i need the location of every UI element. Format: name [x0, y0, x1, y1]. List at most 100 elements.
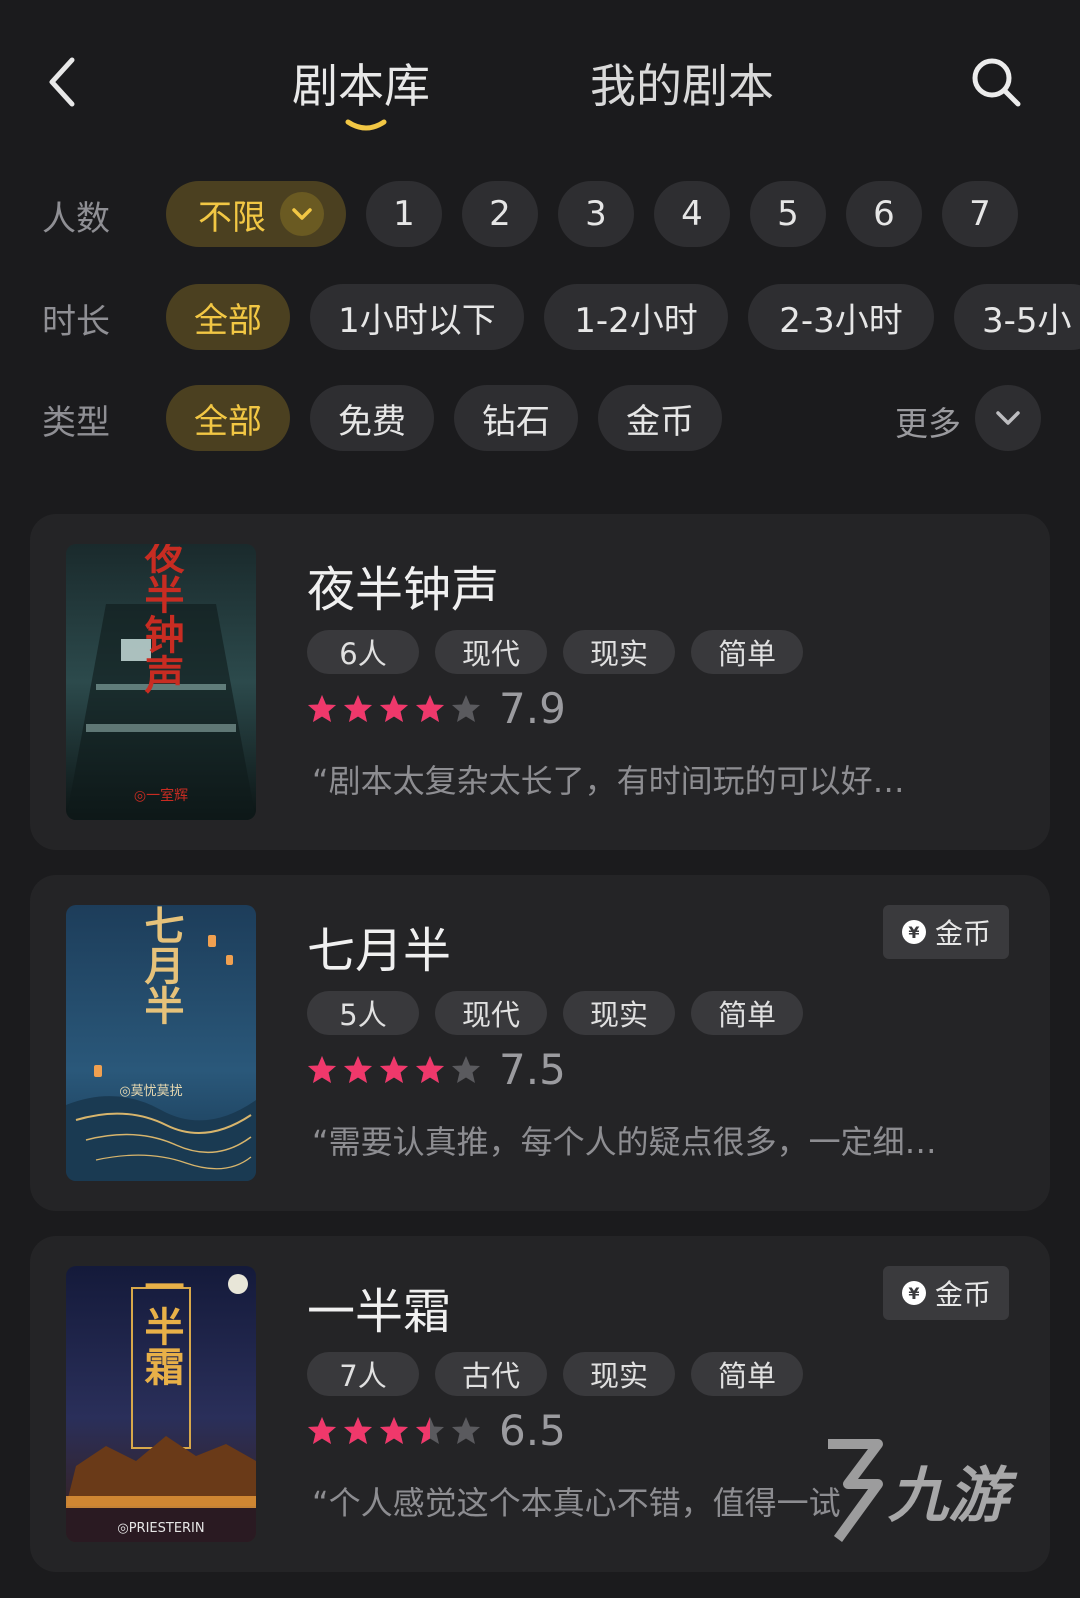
star-icon [344, 694, 372, 722]
cover-title-text: 一半霜 [138, 1266, 185, 1386]
chip-duration-under-1h[interactable]: 1小时以下 [310, 284, 524, 350]
star-icon [308, 1416, 336, 1444]
star-icon [344, 1055, 372, 1083]
tag-list: 5人 现代 现实 简单 [307, 991, 803, 1035]
review-snippet: “需要认真推，每个人的疑点很多，一定细… [312, 1123, 937, 1161]
back-button[interactable] [40, 52, 90, 112]
chevron-left-icon [49, 57, 75, 107]
chip-duration-3-5h[interactable]: 3-5小 [954, 284, 1080, 350]
chip-count-7[interactable]: 7 [942, 181, 1018, 247]
chip-count-3[interactable]: 3 [558, 181, 634, 247]
tag-difficulty: 简单 [691, 630, 803, 674]
rating: 7.5 [307, 1045, 566, 1094]
rating-score: 7.9 [499, 684, 566, 733]
top-bar: 剧本库 我的剧本 [0, 0, 1080, 150]
filter-label-duration: 时长 [42, 302, 110, 342]
chip-type-all[interactable]: 全部 [166, 385, 290, 451]
star-icon [308, 1055, 336, 1083]
tag-genre: 现实 [563, 1352, 675, 1396]
tag-era: 现代 [435, 991, 547, 1035]
filter-label-type: 类型 [42, 403, 110, 443]
tag-era: 古代 [435, 1352, 547, 1396]
duration-filter: 时长 全部 1小时以下 1-2小时 2-3小时 3-5小 [0, 284, 1080, 350]
gold-coin-badge: ¥ 金币 [883, 905, 1009, 959]
star-rating [307, 1055, 481, 1085]
badge-label: 金币 [934, 1278, 991, 1311]
star-icon [380, 1055, 408, 1083]
tag-era: 现代 [435, 630, 547, 674]
search-icon [972, 58, 1021, 107]
script-card[interactable]: 七月半 ◎莫忧莫扰 七月半 ¥ 金币 5人 现代 现实 简单 7.5 “需要认真… [30, 875, 1050, 1211]
chip-count-1[interactable]: 1 [366, 181, 442, 247]
script-card[interactable]: 夜半钟声 ◎一室辉 夜半钟声 6人 现代 现实 简单 7.9 “剧本太复杂太长了… [30, 514, 1050, 850]
star-icon [308, 694, 336, 722]
svg-text:¥: ¥ [908, 1284, 919, 1303]
star-icon [344, 1416, 372, 1444]
cover-author-text: ◎莫忧莫扰 [119, 1084, 182, 1099]
chip-count-6[interactable]: 6 [846, 181, 922, 247]
script-cover: 夜半钟声 ◎一室辉 [66, 544, 256, 820]
gold-coin-badge: ¥ 金币 [883, 1266, 1009, 1320]
script-cover: 一半霜 ◎PRIESTERIN [66, 1266, 256, 1542]
chip-type-free[interactable]: 免费 [310, 385, 434, 451]
star-icon [452, 1416, 480, 1444]
star-icon [380, 694, 408, 722]
coin-icon: ¥ [901, 1281, 926, 1305]
chip-type-diamond[interactable]: 钻石 [454, 385, 578, 451]
cover-author-text: ◎一室辉 [134, 787, 188, 804]
star-icon [380, 1416, 408, 1444]
star-rating [307, 1416, 481, 1446]
chip-count-2[interactable]: 2 [462, 181, 538, 247]
script-title: 七月半 [307, 923, 452, 979]
review-snippet: “个人感觉这个本真心不错，值得一试 [312, 1484, 841, 1522]
chip-count-unlimited[interactable]: 不限 [166, 181, 346, 247]
star-rating [307, 694, 481, 724]
cover-title-text: 夜半钟声 [138, 544, 186, 695]
badge-label: 金币 [934, 917, 991, 950]
chip-duration-all[interactable]: 全部 [166, 284, 290, 350]
script-title: 夜半钟声 [307, 562, 500, 618]
tag-players: 7人 [307, 1352, 419, 1396]
tab-script-library[interactable]: 剧本库 [292, 50, 430, 116]
rating-score: 6.5 [499, 1406, 566, 1455]
active-tab-indicator [345, 119, 387, 131]
star-icon [416, 1055, 444, 1083]
more-filters-button[interactable] [975, 385, 1041, 451]
tag-players: 5人 [307, 991, 419, 1035]
chip-label: 不限 [198, 197, 266, 238]
chip-type-gold[interactable]: 金币 [598, 385, 722, 451]
star-icon [416, 694, 444, 722]
cover-title-text: 七月半 [138, 905, 185, 1025]
chip-duration-2-3h[interactable]: 2-3小时 [748, 284, 934, 350]
tag-genre: 现实 [563, 991, 675, 1035]
player-count-filter: 人数 不限 1 2 3 4 5 6 7 [0, 181, 1080, 247]
tag-difficulty: 简单 [691, 1352, 803, 1396]
tag-list: 7人 古代 现实 简单 [307, 1352, 803, 1396]
rating: 7.9 [307, 684, 566, 733]
more-filters-label[interactable]: 更多 [895, 397, 961, 445]
script-title: 一半霜 [307, 1284, 452, 1340]
review-snippet: “剧本太复杂太长了，有时间玩的可以好… [312, 762, 905, 800]
tag-difficulty: 简单 [691, 991, 803, 1035]
chip-count-4[interactable]: 4 [654, 181, 730, 247]
coin-icon: ¥ [901, 920, 926, 944]
chevron-down-icon [280, 192, 324, 236]
script-cover: 七月半 ◎莫忧莫扰 [66, 905, 256, 1181]
search-button[interactable] [968, 54, 1024, 110]
chip-duration-1-2h[interactable]: 1-2小时 [544, 284, 728, 350]
filter-label-count: 人数 [42, 199, 110, 239]
star-icon [452, 694, 480, 722]
tab-my-scripts[interactable]: 我的剧本 [590, 50, 774, 116]
tag-genre: 现实 [563, 630, 675, 674]
cover-author-text: ◎PRIESTERIN [117, 1521, 204, 1536]
svg-text:¥: ¥ [908, 923, 919, 942]
chip-count-5[interactable]: 5 [750, 181, 826, 247]
rating-score: 7.5 [499, 1045, 566, 1094]
rating: 6.5 [307, 1406, 566, 1455]
type-filter: 类型 全部 免费 钻石 金币 更多 [0, 385, 1080, 451]
script-card[interactable]: 一半霜 ◎PRIESTERIN 一半霜 ¥ 金币 7人 古代 现实 简单 6.5… [30, 1236, 1050, 1572]
star-icon [416, 1416, 444, 1444]
chevron-down-icon [996, 411, 1020, 425]
star-icon [452, 1055, 480, 1083]
tag-list: 6人 现代 现实 简单 [307, 630, 803, 674]
